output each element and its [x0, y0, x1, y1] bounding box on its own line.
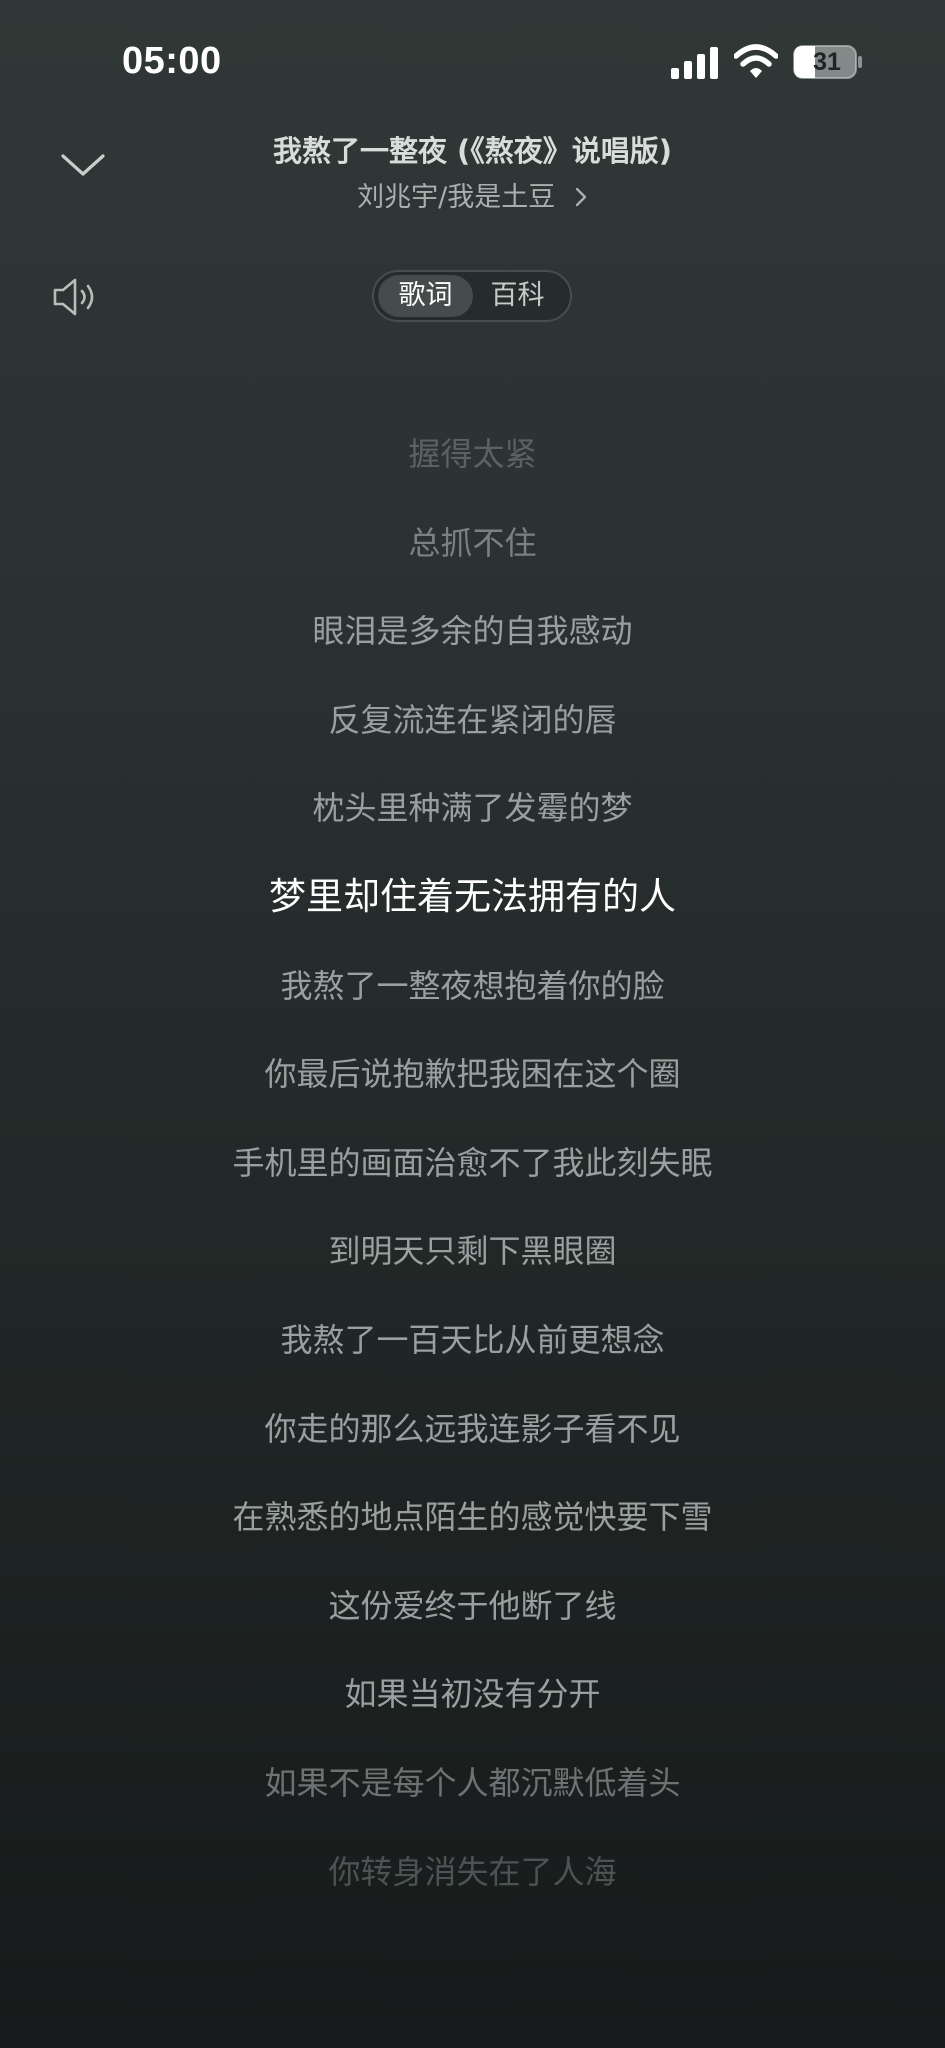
view-tabs: 歌词 百科 — [372, 270, 572, 322]
artist-link[interactable]: 刘兆宇/我是土豆 — [0, 175, 945, 214]
battery-level: 31 — [813, 48, 841, 76]
lyric-line[interactable]: 眼泪是多余的自我感动 — [0, 587, 945, 676]
tab-wiki[interactable]: 百科 — [470, 275, 565, 317]
lyric-line[interactable]: 手机里的画面治愈不了我此刻失眠 — [0, 1119, 945, 1208]
lyric-line[interactable]: 如果不是每个人都沉默低着头 — [0, 1739, 945, 1828]
song-title: 我熬了一整夜 (《熬夜》说唱版) — [272, 134, 673, 168]
lyric-line[interactable]: 这份爱终于他断了线 — [0, 1562, 945, 1651]
wifi-icon — [734, 44, 778, 78]
lyrics-list[interactable]: 握得太紧 总抓不住 眼泪是多余的自我感动 反复流连在紧闭的唇 枕头里种满了发霉的… — [0, 410, 945, 1916]
lyric-line[interactable]: 反复流连在紧闭的唇 — [0, 676, 945, 765]
tab-lyrics[interactable]: 歌词 — [378, 275, 473, 317]
volume-button[interactable] — [52, 276, 100, 318]
lyric-line[interactable]: 你最后说抱歉把我困在这个圈 — [0, 1030, 945, 1119]
lyric-line[interactable]: 总抓不住 — [0, 499, 945, 588]
lyric-line[interactable]: 在熟悉的地点陌生的感觉快要下雪 — [0, 1473, 945, 1562]
lyric-line[interactable]: 我熬了一百天比从前更想念 — [0, 1296, 945, 1385]
lyric-line[interactable]: 枕头里种满了发霉的梦 — [0, 764, 945, 853]
lyric-line[interactable]: 握得太紧 — [0, 410, 945, 499]
lyric-line[interactable]: 到明天只剩下黑眼圈 — [0, 1207, 945, 1296]
artist-names: 刘兆宇/我是土豆 — [357, 182, 556, 213]
lyric-line[interactable]: 如果当初没有分开 — [0, 1650, 945, 1739]
current-lyric-line[interactable]: 梦里却住着无法拥有的人 — [0, 853, 945, 942]
lyric-line[interactable]: 我熬了一整夜想抱着你的脸 — [0, 942, 945, 1031]
signal-icon — [671, 47, 718, 79]
chevron-right-icon — [575, 187, 587, 207]
status-time: 05:00 — [122, 40, 222, 82]
lyric-line[interactable]: 你转身消失在了人海 — [0, 1828, 945, 1917]
lyric-line[interactable]: 你走的那么远我连影子看不见 — [0, 1385, 945, 1474]
speaker-icon — [53, 278, 94, 316]
